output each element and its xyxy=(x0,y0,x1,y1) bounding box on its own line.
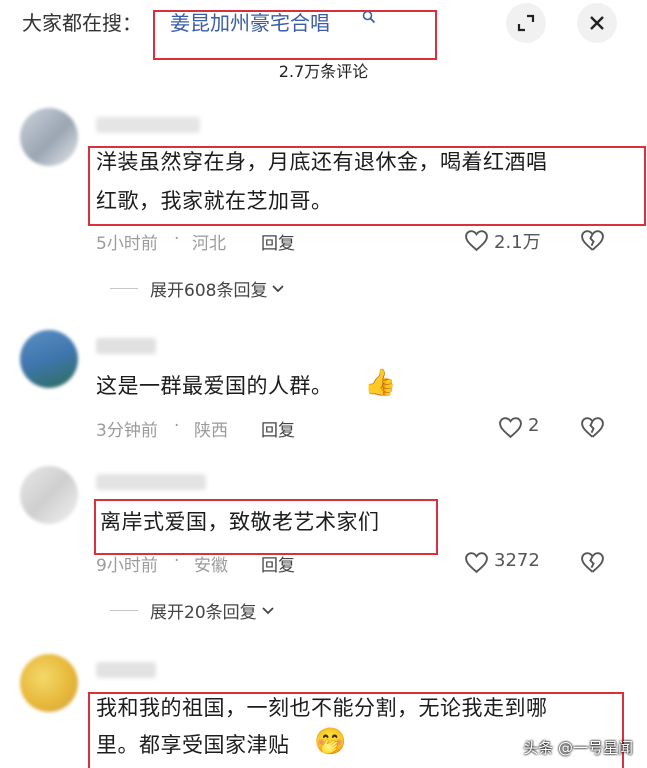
username-blurred[interactable] xyxy=(96,338,156,354)
comment-location: 陕西 xyxy=(194,421,228,441)
avatar[interactable] xyxy=(20,466,78,524)
username-blurred[interactable] xyxy=(96,662,156,678)
comment-time: 5小时前 xyxy=(96,234,158,254)
broken-heart-icon xyxy=(581,230,604,251)
dislike-button[interactable] xyxy=(580,229,605,256)
trending-search-prefix: 大家都在搜： xyxy=(22,11,142,35)
like-button[interactable]: 2 xyxy=(498,415,548,441)
comment-location: 河北 xyxy=(192,234,226,254)
avatar[interactable] xyxy=(20,654,78,712)
chevron-down-icon xyxy=(262,606,274,614)
collapse-icon xyxy=(517,14,535,32)
comment-text: 洋装虽然穿在身，月底还有退休金，喝着红酒唱 xyxy=(96,150,548,174)
dislike-button[interactable] xyxy=(580,551,605,578)
heart-icon xyxy=(465,552,488,574)
comment-text: 红歌，我家就在芝加哥。 xyxy=(96,189,333,213)
meta-separator: · xyxy=(174,551,180,571)
divider-line xyxy=(110,288,138,289)
dislike-button[interactable] xyxy=(580,416,605,443)
username-blurred[interactable] xyxy=(96,117,200,133)
close-button[interactable] xyxy=(577,3,617,43)
avatar[interactable] xyxy=(20,330,78,388)
watermark: 头条 @一号星闻 xyxy=(523,739,633,757)
heart-icon xyxy=(499,417,522,439)
reply-button[interactable]: 回复 xyxy=(261,551,295,576)
comment-text: 里。都享受国家津贴 xyxy=(96,733,290,757)
expand-replies-label: 展开608条回复 xyxy=(150,281,268,301)
broken-heart-icon xyxy=(581,417,604,438)
like-count: 3272 xyxy=(494,550,540,571)
like-button[interactable]: 2.1万 xyxy=(464,228,544,254)
avatar[interactable] xyxy=(20,108,78,166)
like-button[interactable]: 3272 xyxy=(464,550,554,576)
smiling-emoji: 🤭 xyxy=(314,727,347,757)
reply-button[interactable]: 回复 xyxy=(261,416,295,441)
comment-count: 2.7万条评论 xyxy=(278,62,369,81)
close-icon xyxy=(590,16,604,30)
like-count: 2.1万 xyxy=(494,232,541,253)
broken-heart-icon xyxy=(581,552,604,573)
collapse-button[interactable] xyxy=(506,3,546,43)
comment-time: 9小时前 xyxy=(96,556,158,576)
comment-time: 3分钟前 xyxy=(96,421,158,441)
comment-text: 离岸式爱国，致敬老艺术家们 xyxy=(100,510,380,534)
comment-location: 安徽 xyxy=(194,556,228,576)
meta-separator: · xyxy=(174,229,180,249)
heart-icon xyxy=(465,230,488,252)
username-blurred[interactable] xyxy=(96,474,206,490)
divider-line xyxy=(110,610,138,611)
expand-replies[interactable]: 展开608条回复 xyxy=(110,276,285,301)
expand-replies-label: 展开20条回复 xyxy=(150,603,257,623)
thumbs-up-emoji: 👍 xyxy=(364,368,397,398)
like-count: 2 xyxy=(528,415,540,436)
meta-separator: · xyxy=(174,416,180,436)
search-highlight-box xyxy=(153,10,437,60)
comment-text: 我和我的祖国，一刻也不能分割，无论我走到哪 xyxy=(96,696,548,720)
comment-text: 这是一群最爱国的人群。 xyxy=(96,374,333,398)
expand-replies[interactable]: 展开20条回复 xyxy=(110,598,275,623)
reply-button[interactable]: 回复 xyxy=(261,229,295,254)
chevron-down-icon xyxy=(272,284,285,292)
